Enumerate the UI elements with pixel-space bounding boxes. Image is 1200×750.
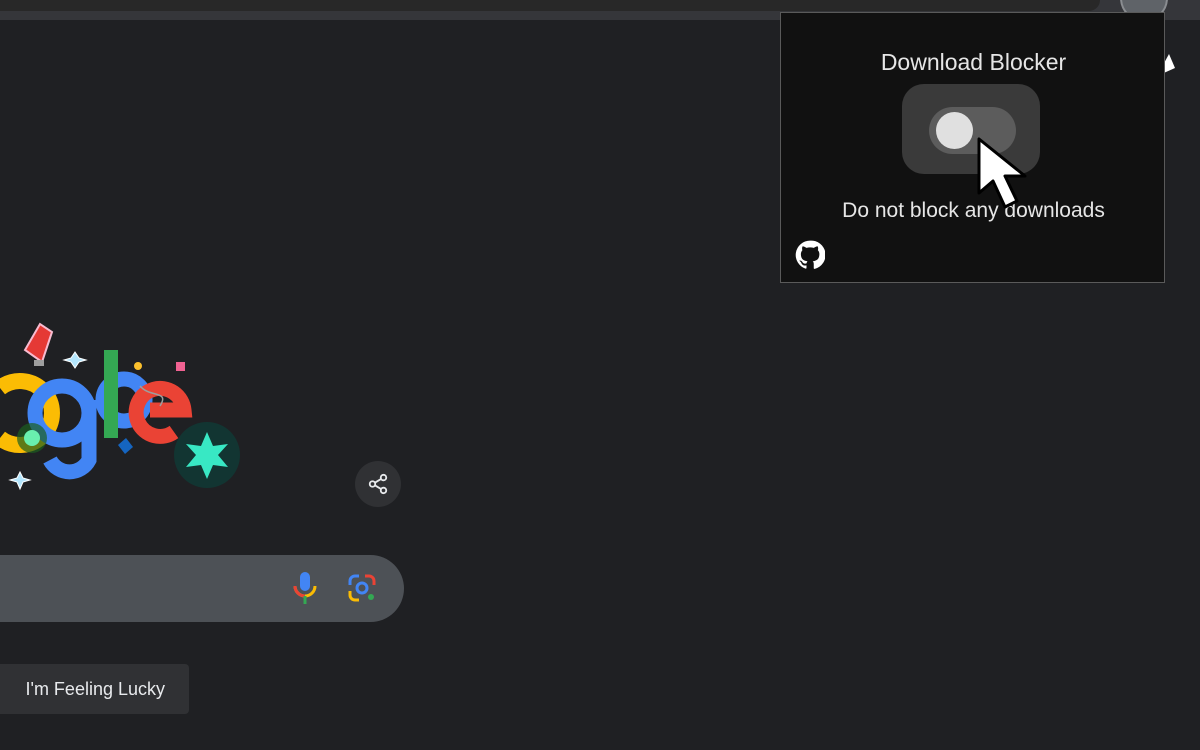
confetti-dot-icon	[134, 362, 142, 370]
github-icon[interactable]	[795, 240, 825, 270]
feeling-lucky-button[interactable]: I'm Feeling Lucky	[0, 664, 189, 714]
confetti-square-icon	[176, 362, 185, 371]
microphone-icon[interactable]	[292, 570, 318, 606]
search-input[interactable]	[0, 555, 404, 622]
address-bar[interactable]	[0, 0, 1100, 11]
lightbulb-ornament-icon	[23, 322, 54, 366]
doodle-logo-letters	[0, 350, 193, 480]
google-lens-icon[interactable]	[347, 573, 377, 603]
toggle-knob[interactable]	[936, 112, 973, 149]
popup-title: Download Blocker	[880, 49, 1067, 75]
confetti-star-icon	[118, 438, 133, 454]
share-doodle-button[interactable]	[355, 461, 401, 507]
share-icon	[368, 473, 388, 495]
popup-status-text: Do not block any downloads	[842, 199, 1105, 222]
browser-page: I'm Feeling Lucky Download Blocker Do no…	[0, 0, 1200, 750]
google-doodle[interactable]	[0, 310, 260, 510]
